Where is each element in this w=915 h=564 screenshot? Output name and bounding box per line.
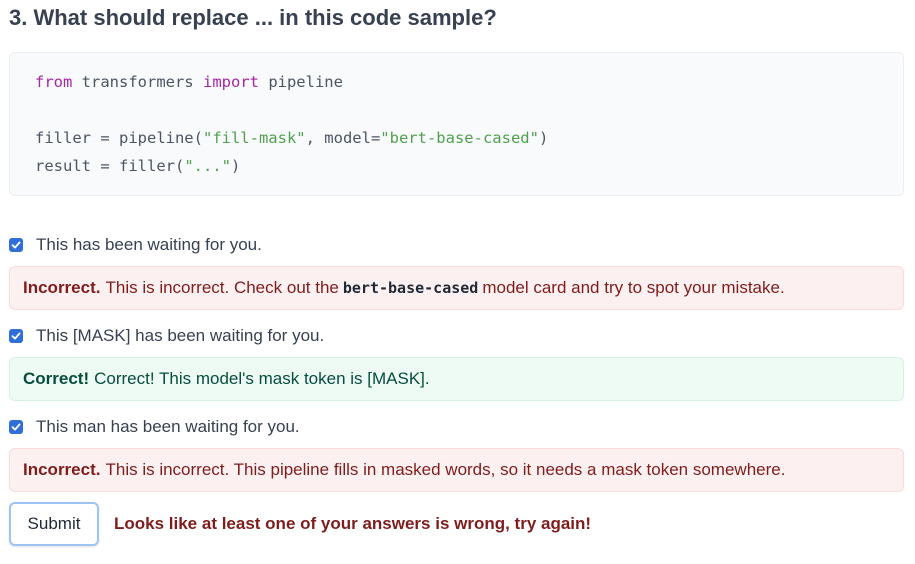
code-string-input: "..." [184, 157, 231, 175]
feedback-text-after: model card and try to spot your mistake. [482, 278, 785, 297]
feedback-correct: Correct! Correct! This model's mask toke… [9, 357, 904, 401]
code-filler-prefix: filler = pipeline( [35, 129, 203, 147]
feedback-text: This is incorrect. Check out the [105, 278, 339, 297]
code-module: transformers [72, 73, 203, 91]
code-filler-suffix: ) [538, 129, 549, 147]
answer-option-1[interactable]: This has been waiting for you. [9, 234, 262, 256]
checkbox-checked-icon[interactable] [9, 329, 23, 343]
feedback-status: Incorrect. [23, 278, 101, 297]
code-keyword-import: import [202, 73, 259, 91]
code-filler-mid: , model= [305, 129, 381, 147]
feedback-code: bert-base-cased [342, 279, 479, 297]
code-keyword-from: from [35, 73, 73, 91]
code-line-import: from transformers import pipeline [35, 72, 343, 92]
code-result-suffix: ) [230, 157, 241, 175]
answer-label: This [MASK] has been waiting for you. [36, 326, 325, 345]
code-result-prefix: result = filler( [35, 157, 185, 175]
code-string-task: "fill-mask" [202, 129, 306, 147]
feedback-status: Incorrect. [23, 460, 101, 479]
feedback-text: Correct! This model's mask token is [MAS… [94, 369, 430, 388]
submit-button[interactable]: Submit [9, 502, 99, 546]
result-message: Looks like at least one of your answers … [114, 514, 592, 533]
feedback-incorrect: Incorrect. This is incorrect. Check out … [9, 266, 904, 310]
quiz-page: 3. What should replace ... in this code … [0, 0, 915, 564]
question-title: 3. What should replace ... in this code … [9, 5, 497, 30]
feedback-incorrect: Incorrect. This is incorrect. This pipel… [9, 448, 904, 492]
answer-option-3[interactable]: This man has been waiting for you. [9, 416, 300, 438]
code-line-result: result = filler("...") [35, 156, 240, 176]
feedback-status: Correct! [23, 369, 90, 388]
feedback-text: This is incorrect. This pipeline fills i… [105, 460, 786, 479]
checkbox-checked-icon[interactable] [9, 238, 23, 252]
answer-option-2[interactable]: This [MASK] has been waiting for you. [9, 325, 324, 347]
answer-label: This man has been waiting for you. [36, 417, 300, 436]
answer-label: This has been waiting for you. [36, 235, 262, 254]
code-line-filler: filler = pipeline("fill-mask", model="be… [35, 128, 548, 148]
checkbox-checked-icon[interactable] [9, 420, 23, 434]
code-import-name: pipeline [258, 73, 343, 91]
code-sample: from transformers import pipeline filler… [9, 52, 904, 196]
code-string-model: "bert-base-cased" [380, 129, 539, 147]
